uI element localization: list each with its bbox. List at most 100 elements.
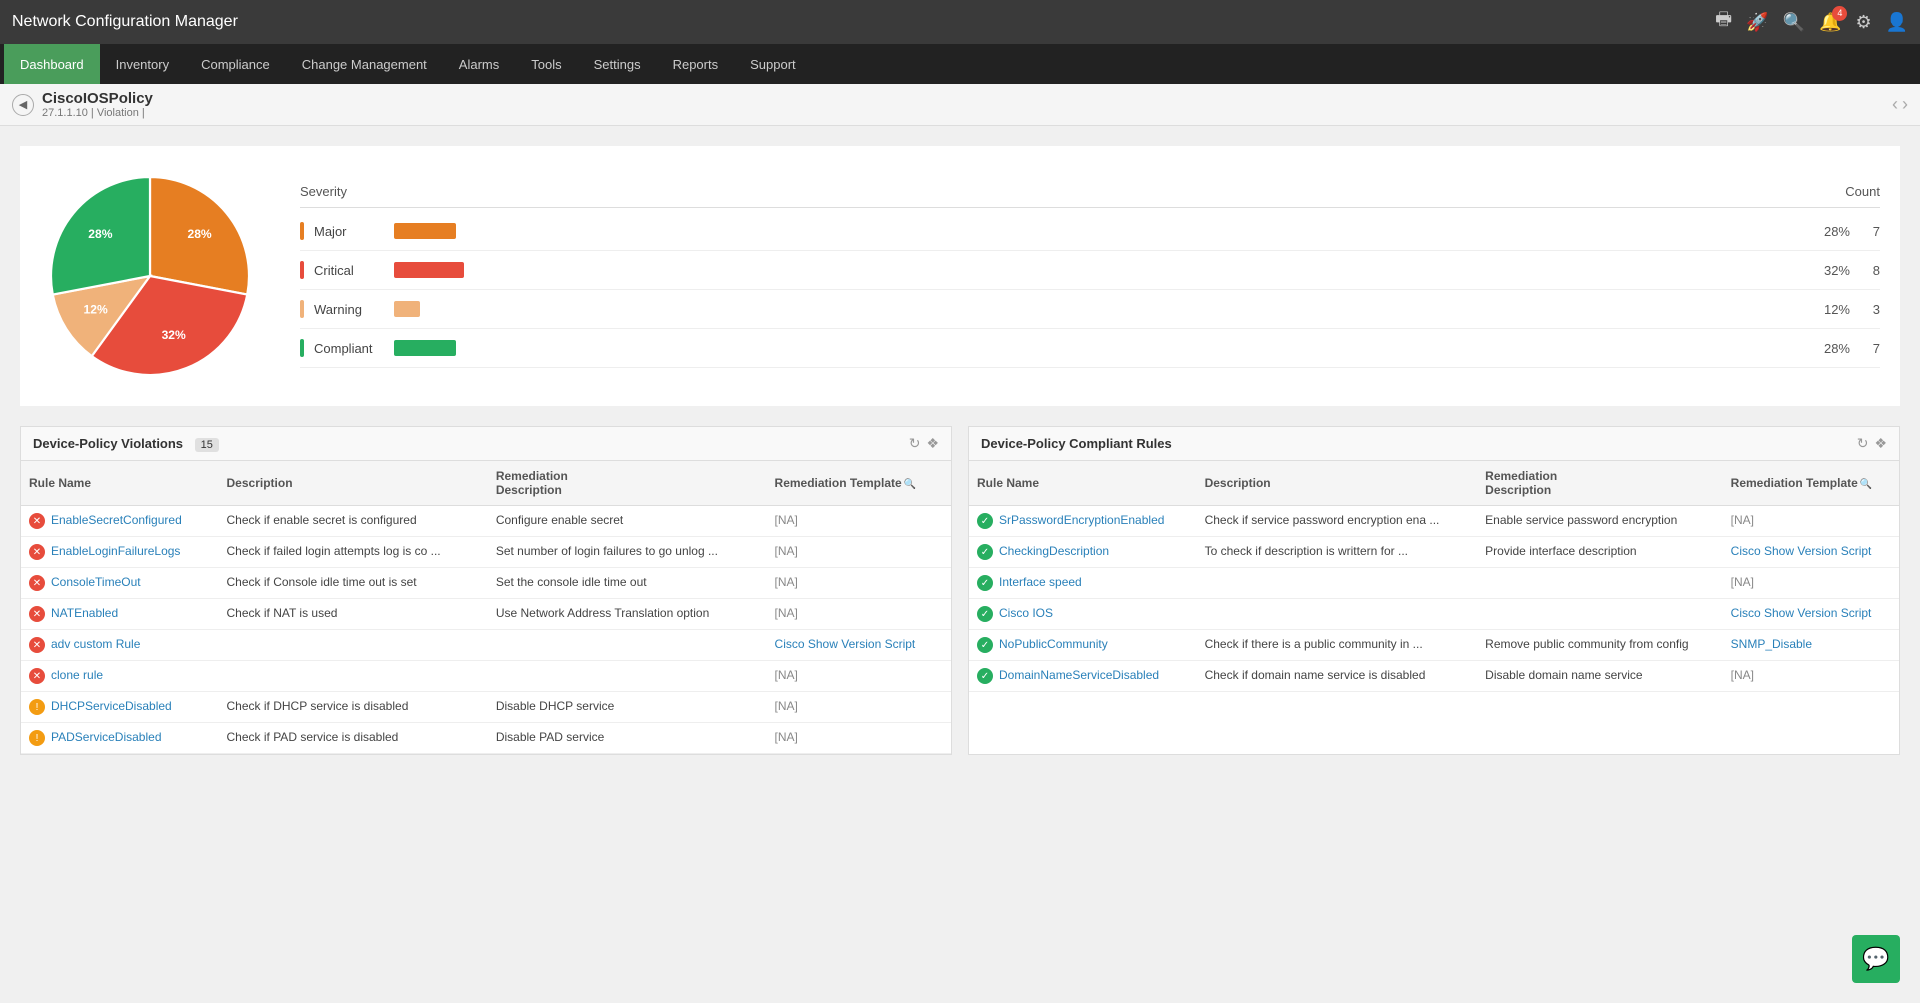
violations-title-area: Device-Policy Violations 15	[33, 436, 219, 452]
nav-item-compliance[interactable]: Compliance	[185, 44, 286, 84]
error-icon: ✕	[29, 637, 45, 653]
violations-expand-icon[interactable]: ❖	[926, 435, 939, 452]
nav-item-dashboard[interactable]: Dashboard	[4, 44, 100, 84]
rule-name-link[interactable]: NATEnabled	[51, 606, 118, 620]
remediation-desc-cell: Remove public community from config	[1477, 630, 1722, 661]
description-cell: Check if failed login attempts log is co…	[219, 537, 488, 568]
user-icon[interactable]: 👤	[1886, 12, 1908, 33]
violations-refresh-icon[interactable]: ↻	[909, 435, 921, 452]
settings-icon[interactable]: ⚙	[1855, 12, 1871, 33]
violations-title: Device-Policy Violations	[33, 436, 183, 451]
rule-name-link[interactable]: EnableSecretConfigured	[51, 513, 182, 527]
remediation-desc-cell	[488, 661, 767, 692]
template-link[interactable]: Cisco Show Version Script	[1731, 544, 1872, 558]
remediation-template-cell: Cisco Show Version Script	[767, 630, 951, 661]
rule-name-link[interactable]: CheckingDescription	[999, 544, 1109, 558]
severity-row: Compliant 28% 7	[300, 329, 1880, 368]
violations-table-header: Rule Name Description RemediationDescrip…	[21, 461, 951, 506]
svg-text:28%: 28%	[88, 227, 112, 241]
col-remediation-desc: RemediationDescription	[488, 461, 767, 506]
compliant-expand-icon[interactable]: ❖	[1874, 435, 1887, 452]
table-row: ✕ EnableSecretConfigured Check if enable…	[21, 506, 951, 537]
template-link[interactable]: Cisco Show Version Script	[775, 637, 916, 651]
remediation-desc-cell	[488, 630, 767, 661]
remediation-template-cell: [NA]	[767, 506, 951, 537]
rule-name-cell: ✓ DomainNameServiceDisabled	[969, 661, 1197, 692]
rule-name-link[interactable]: EnableLoginFailureLogs	[51, 544, 180, 558]
rocket-icon[interactable]: 🚀	[1746, 12, 1768, 33]
remediation-desc-cell: Configure enable secret	[488, 506, 767, 537]
severity-row: Warning 12% 3	[300, 290, 1880, 329]
rule-name-cell: ✕ ConsoleTimeOut	[21, 568, 219, 599]
header-icons: 🖶 🚀 🔍 🔔 4 ⚙ 👤	[1715, 7, 1908, 37]
error-icon: ✕	[29, 513, 45, 529]
nav-item-reports[interactable]: Reports	[657, 44, 735, 84]
rule-name-link[interactable]: Cisco IOS	[999, 606, 1053, 620]
rule-name-link[interactable]: DomainNameServiceDisabled	[999, 668, 1159, 682]
breadcrumb-title: CiscoIOSPolicy	[42, 90, 153, 107]
remediation-desc-cell: Enable service password encryption	[1477, 506, 1722, 537]
violations-panel-header: Device-Policy Violations 15 ↻ ❖	[21, 427, 951, 461]
rule-name-cell: ! PADServiceDisabled	[21, 723, 219, 754]
breadcrumb-info: CiscoIOSPolicy 27.1.1.10 | Violation |	[42, 90, 153, 119]
breadcrumb-nav-arrows: ‹ ›	[1892, 94, 1908, 115]
breadcrumb-next-arrow[interactable]: ›	[1902, 94, 1908, 115]
table-row: ✓ Interface speed [NA]	[969, 568, 1899, 599]
remediation-template-cell: [NA]	[1723, 568, 1899, 599]
severity-count: 7	[1860, 224, 1880, 239]
rule-name-link[interactable]: NoPublicCommunity	[999, 637, 1108, 651]
severity-header: Severity Count	[300, 184, 1880, 208]
severity-label: Compliant	[314, 341, 384, 356]
svg-text:12%: 12%	[84, 303, 108, 317]
chat-button[interactable]: 💬	[1852, 935, 1900, 983]
nav-item-alarms[interactable]: Alarms	[443, 44, 515, 84]
rule-name-link[interactable]: adv custom Rule	[51, 637, 140, 651]
description-cell: Check if service password encryption ena…	[1197, 506, 1478, 537]
remediation-template-cell: [NA]	[767, 537, 951, 568]
breadcrumb-back-button[interactable]: ◀	[12, 94, 34, 116]
nav-item-support[interactable]: Support	[734, 44, 812, 84]
severity-bar	[394, 223, 456, 239]
nav-item-inventory[interactable]: Inventory	[100, 44, 185, 84]
nav-item-change-management[interactable]: Change Management	[286, 44, 443, 84]
table-row: ✓ Cisco IOS Cisco Show Version Script	[969, 599, 1899, 630]
template-link[interactable]: Cisco Show Version Script	[1731, 606, 1872, 620]
remediation-template-cell: [NA]	[1723, 506, 1899, 537]
description-cell: Check if enable secret is configured	[219, 506, 488, 537]
rule-name-link[interactable]: SrPasswordEncryptionEnabled	[999, 513, 1164, 527]
remediation-template-cell: SNMP_Disable	[1723, 630, 1899, 661]
notification-icon[interactable]: 🔔 4	[1819, 12, 1841, 33]
severity-col-label: Severity	[300, 184, 347, 199]
rule-name-link[interactable]: Interface speed	[999, 575, 1082, 589]
severity-label: Major	[314, 224, 384, 239]
chart-section: 28%32%12%28% Severity Count Major 28% 7 …	[20, 146, 1900, 406]
ok-icon: ✓	[977, 544, 993, 560]
count-col-label: Count	[1760, 184, 1880, 199]
table-row: ✕ ConsoleTimeOut Check if Console idle t…	[21, 568, 951, 599]
compliant-table-body: ✓ SrPasswordEncryptionEnabled Check if s…	[969, 506, 1899, 692]
severity-label: Warning	[314, 302, 384, 317]
nav-item-tools[interactable]: Tools	[515, 44, 577, 84]
severity-percent: 28%	[1810, 224, 1850, 239]
template-link[interactable]: SNMP_Disable	[1731, 637, 1812, 651]
compliant-refresh-icon[interactable]: ↻	[1857, 435, 1869, 452]
svg-text:32%: 32%	[162, 328, 186, 342]
ok-icon: ✓	[977, 575, 993, 591]
remediation-template-cell: [NA]	[767, 661, 951, 692]
breadcrumb-left: ◀ CiscoIOSPolicy 27.1.1.10 | Violation |	[12, 90, 153, 119]
search-icon[interactable]: 🔍	[1783, 12, 1805, 33]
description-cell: Check if PAD service is disabled	[219, 723, 488, 754]
breadcrumb-prev-arrow[interactable]: ‹	[1892, 94, 1898, 115]
rule-name-link[interactable]: clone rule	[51, 668, 103, 682]
severity-count: 8	[1860, 263, 1880, 278]
nav-item-settings[interactable]: Settings	[578, 44, 657, 84]
description-cell	[219, 630, 488, 661]
remediation-desc-cell: Set the console idle time out	[488, 568, 767, 599]
monitor-icon[interactable]: 🖶	[1715, 7, 1732, 37]
table-row: ✕ adv custom Rule Cisco Show Version Scr…	[21, 630, 951, 661]
severity-percent: 32%	[1810, 263, 1850, 278]
rule-name-link[interactable]: ConsoleTimeOut	[51, 575, 141, 589]
rule-name-link[interactable]: DHCPServiceDisabled	[51, 699, 172, 713]
rule-name-link[interactable]: PADServiceDisabled	[51, 730, 162, 744]
ok-icon: ✓	[977, 668, 993, 684]
